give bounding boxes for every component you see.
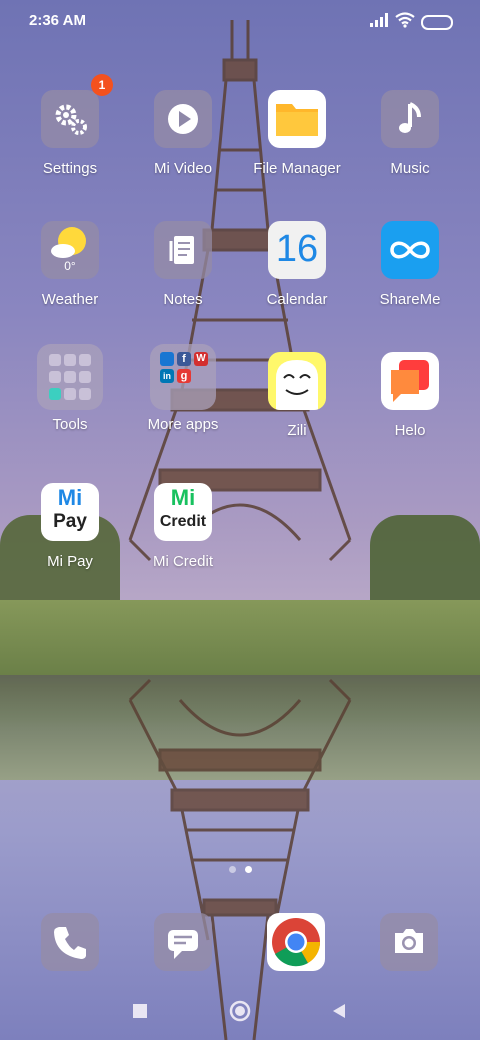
calendar-date: 16 [275,228,319,270]
home-screen: 2:36 AM 1 Settings Mi Video File Manager… [0,0,480,1040]
smiley-face-icon [268,352,326,410]
page-dot[interactable] [229,866,236,873]
app-mi-video[interactable]: Mi Video [127,90,239,210]
app-music[interactable]: Music [354,90,466,210]
app-notes[interactable]: Notes [127,221,239,341]
app-label: ShareMe [379,291,441,308]
gear-icon [41,90,99,148]
status-time: 2:36 AM [29,12,86,29]
app-helo[interactable]: Helo [354,352,466,472]
linkedin-icon: in [160,369,174,383]
notes-icon [154,221,212,279]
page-dot-current[interactable] [245,866,252,873]
status-bar: 2:36 AM [0,0,480,42]
notification-badge: 1 [91,74,113,96]
messages-icon [168,930,198,959]
app-file-manager[interactable]: File Manager [241,90,353,210]
folder-icon [268,90,326,148]
play-icon [154,90,212,148]
app-mi-credit[interactable]: Mi Credit Mi Credit [127,483,239,603]
dock-chrome[interactable] [267,913,325,971]
app-label: Calendar [266,291,328,308]
calendar-icon: 16 [268,221,326,279]
app-label: Mi Credit [152,553,213,570]
folder-more-apps[interactable]: f W in g More apps [127,344,239,466]
dock-camera[interactable] [380,913,438,971]
back-icon[interactable] [331,1003,347,1019]
folder-tools[interactable]: Tools [14,344,126,466]
battery-icon [421,15,453,30]
app-label: Music [390,160,430,177]
mi-credit-icon: Mi Credit [154,483,212,541]
weather-temp: 0° [64,259,76,273]
app-zili[interactable]: Zili [241,352,353,472]
app-label: Weather [41,291,99,308]
app-label: Mi Video [153,160,213,177]
camera-icon [395,929,423,953]
app-settings[interactable]: 1 Settings [14,74,126,210]
app-label: Zili [287,422,307,439]
wps-icon: W [194,352,208,366]
signal-icon [370,13,388,27]
app-shareme[interactable]: ShareMe [354,221,466,341]
g-app-icon: g [177,369,191,383]
dock-messages[interactable] [154,913,212,971]
navigation-bar [0,990,480,1040]
chrome-icon [272,918,321,967]
page-indicator [227,866,257,876]
app-calendar[interactable]: 16 Calendar [241,221,353,341]
folder-grid-icon [37,344,103,410]
phone-icon [54,927,86,959]
app-label: Tools [52,416,88,433]
app-label: Notes [163,291,203,308]
wifi-icon [395,12,415,28]
mi-pay-icon: Mi Pay [41,483,99,541]
folder-apps-icon: f W in g [150,344,216,410]
app-mi-pay[interactable]: Mi Pay Mi Pay [14,483,126,603]
app-label: More apps [147,416,219,433]
app-label: File Manager [253,160,341,177]
chat-bubble-icon [381,352,439,410]
music-note-icon [381,90,439,148]
recents-icon[interactable] [132,1003,148,1019]
app-label: Helo [394,422,426,439]
dock-phone[interactable] [41,913,99,971]
app-label: Settings [42,160,98,177]
infinity-icon [381,221,439,279]
app-label: Mi Pay [47,553,93,570]
facebook-icon: f [177,352,191,366]
app-weather[interactable]: 0° Weather [14,221,126,341]
home-icon[interactable] [229,1000,251,1022]
sun-icon: 0° [41,221,99,279]
